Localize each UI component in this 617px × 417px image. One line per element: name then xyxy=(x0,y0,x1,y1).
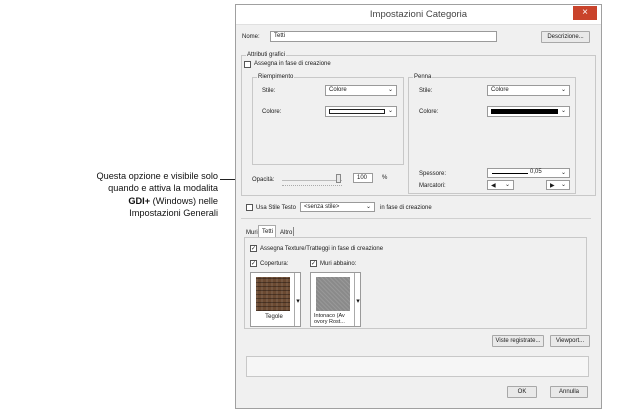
chevron-down-icon: ⌄ xyxy=(560,170,566,176)
coverage-texture-name: Tegole xyxy=(265,314,283,320)
text-style-value: <senza stile> xyxy=(304,204,340,210)
pen-color-label: Colore: xyxy=(419,109,439,115)
viewport-button[interactable]: Viewport... xyxy=(550,335,590,347)
pen-color-swatch xyxy=(491,109,558,114)
name-input[interactable]: Tetti xyxy=(270,31,497,42)
pen-thickness-label: Spessore: xyxy=(419,171,447,177)
thickness-line-sample xyxy=(492,173,528,174)
use-text-style-checkbox[interactable] xyxy=(246,204,253,211)
text-style-suffix: in fase di creazione xyxy=(380,205,432,211)
walls-below-checkbox[interactable]: ✓ xyxy=(310,260,317,267)
tab-muri[interactable]: Muri xyxy=(246,230,258,236)
pen-markers-label: Marcatori: xyxy=(419,183,446,189)
graphic-attributes-title: Attributi grafici xyxy=(246,52,287,58)
arrow-left-icon: ◀ xyxy=(491,183,496,189)
assign-textures-checkbox[interactable]: ✓ xyxy=(250,245,257,252)
chevron-down-icon: ⌄ xyxy=(560,182,566,188)
dropdown-arrow-icon[interactable]: ▾ xyxy=(295,297,301,305)
fill-group-title: Riempimento xyxy=(257,74,295,80)
close-button[interactable]: × xyxy=(573,6,597,20)
opacity-unit: % xyxy=(382,175,388,181)
dropdown-arrow-icon[interactable]: ▾ xyxy=(355,297,361,305)
pen-style-label: Stile: xyxy=(419,88,433,94)
assign-on-create-checkbox[interactable] xyxy=(244,61,251,68)
pen-style-value: Colore xyxy=(491,87,509,93)
chevron-down-icon: ⌄ xyxy=(560,108,566,114)
coverage-texture-card[interactable]: Tegole ▾ xyxy=(250,272,301,327)
chevron-down-icon: ⌄ xyxy=(560,87,566,93)
annotation-gdi: GDI+ xyxy=(128,195,151,206)
opacity-slider-ticks xyxy=(282,185,342,187)
chevron-down-icon: ⌄ xyxy=(387,87,393,93)
annotation-line-1: Questa opzione e visibile solo xyxy=(96,171,218,181)
tab-tetti: Tetti xyxy=(262,229,274,235)
marker-start-select[interactable]: ◀ ⌄ xyxy=(487,180,514,190)
text-style-select[interactable]: <senza stile> ⌄ xyxy=(300,202,375,212)
tab-divider xyxy=(293,227,294,236)
coverage-checkbox[interactable]: ✓ xyxy=(250,260,257,267)
annotation-line-4: Impostazioni Generali xyxy=(129,207,218,218)
name-label: Nome: xyxy=(242,34,260,40)
chevron-down-icon: ⌄ xyxy=(365,204,371,210)
assign-on-create-label: Assegna in fase di creazione xyxy=(254,61,331,67)
pen-color-select[interactable]: ⌄ xyxy=(487,106,570,117)
saved-views-button[interactable]: Viste registrate... xyxy=(492,335,544,347)
pen-thickness-select[interactable]: 0,05 ⌄ xyxy=(487,168,570,178)
annotation-callout: Questa opzione e visibile solo quando e … xyxy=(72,170,218,219)
annotation-line-3: GDI+ (Windows) nelle xyxy=(72,195,218,207)
fill-color-select[interactable]: ⌄ xyxy=(325,106,397,117)
coverage-label: Copertura: xyxy=(260,261,289,267)
assign-textures-label: Assegna Texture/Tratteggi in fase di cre… xyxy=(260,246,384,252)
pen-style-select[interactable]: Colore ⌄ xyxy=(487,85,570,96)
title-bar: Impostazioni Categoria × xyxy=(236,5,601,25)
use-text-style-label: Usa Stile Testo xyxy=(256,205,296,211)
annotation-line-3-rest: (Windows) nelle xyxy=(150,195,218,206)
opacity-label: Opacità: xyxy=(252,177,275,183)
preview-area xyxy=(246,356,589,377)
opacity-slider-thumb[interactable] xyxy=(336,174,341,183)
chevron-down-icon: ⌄ xyxy=(504,182,510,188)
walls-below-texture-name: Intonaco (Av ovory Rost... xyxy=(314,313,345,325)
walls-below-texture-card[interactable]: Intonaco (Av ovory Rost... ▾ xyxy=(310,272,361,327)
pen-group-title: Penna xyxy=(413,74,433,80)
fill-style-value: Colore xyxy=(329,87,347,93)
opacity-input[interactable]: 100 xyxy=(353,173,373,183)
fill-style-label: Stile: xyxy=(262,88,276,94)
fill-color-label: Colore: xyxy=(262,109,282,115)
arrow-right-icon: ▶ xyxy=(550,183,555,189)
walls-below-label: Muri abbaino: xyxy=(320,261,357,267)
roof-tiles-texture xyxy=(256,277,290,311)
ok-button[interactable]: OK xyxy=(507,386,537,398)
window-title: Impostazioni Categoria xyxy=(369,9,468,20)
chevron-down-icon: ⌄ xyxy=(387,108,393,114)
pen-thickness-value: 0,05 xyxy=(530,169,542,175)
description-button[interactable]: Descrizione... xyxy=(541,31,590,43)
fill-color-swatch xyxy=(329,109,385,114)
tab-altro[interactable]: Altro xyxy=(280,230,292,236)
marker-end-select[interactable]: ▶ ⌄ xyxy=(546,180,570,190)
separator xyxy=(241,218,591,219)
opacity-slider-track[interactable] xyxy=(282,180,342,181)
annotation-line-2: quando e attiva la modalita xyxy=(108,183,218,194)
category-settings-dialog: Impostazioni Categoria × Nome: Tetti Des… xyxy=(235,4,602,409)
fill-style-select[interactable]: Colore ⌄ xyxy=(325,85,397,96)
cancel-button[interactable]: Annulla xyxy=(550,386,588,398)
plaster-texture xyxy=(316,277,350,311)
